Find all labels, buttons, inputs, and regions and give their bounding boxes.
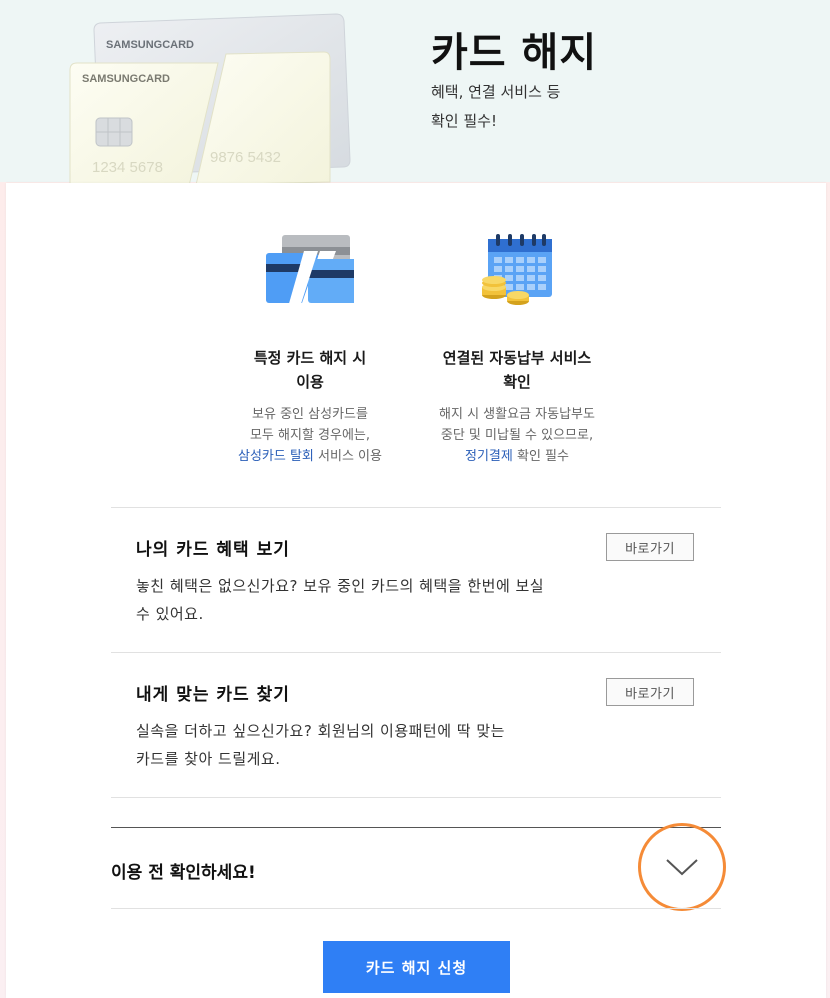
feature-desc-line-1: 보유 중인 삼성카드를 — [252, 407, 368, 422]
feature-desc-line-2: 모두 해지할 경우에는, — [249, 428, 371, 443]
hero-banner: SAMSUNGCARD SAMSUNGCARD 1234 5678 9876 5… — [0, 0, 830, 183]
feature-desc-line-3-rest: 서비스 이용 — [313, 449, 382, 464]
cancel-card-apply-button[interactable]: 카드 해지 신청 — [323, 941, 510, 993]
broken-card-icon — [266, 235, 354, 307]
subtitle-line-1: 혜택, 연결 서비스 등 — [431, 83, 561, 101]
card-brand-front: SAMSUNGCARD — [82, 73, 170, 85]
find-card-go-button[interactable]: 바로가기 — [606, 678, 694, 706]
feature-desc-line-3-rest: 확인 필수 — [512, 449, 569, 464]
feature-title-line-2: 확인 — [503, 373, 531, 391]
divider — [111, 797, 721, 798]
service-desc-find-card: 실속을 더하고 싶으신가요? 회원님의 이용패턴에 딱 맞는 카드를 찾아 드릴… — [136, 717, 505, 773]
subtitle-line-2: 확인 필수! — [431, 112, 497, 130]
content-panel: 특정 카드 해지 시 이용 보유 중인 삼성카드를 모두 해지할 경우에는, 삼… — [6, 183, 826, 998]
feature-title: 특정 카드 해지 시 이용 — [206, 346, 414, 394]
feature-description: 해지 시 생활요금 자동납부도 중단 및 미납될 수 있으므로, 정기결제 확인… — [411, 404, 623, 467]
service-desc-line-2: 카드를 찾아 드릴게요. — [136, 750, 281, 768]
notice-bottom-border — [111, 908, 721, 909]
feature-title-line-1: 특정 카드 해지 시 — [253, 349, 367, 367]
feature-title-line-2: 이용 — [296, 373, 324, 391]
notice-top-border — [111, 827, 721, 828]
feature-title: 연결된 자동납부 서비스 확인 — [411, 346, 623, 394]
feature-desc-line-2: 중단 및 미납될 수 있으므로, — [440, 428, 594, 443]
card-number-left: 1234 5678 — [92, 159, 163, 176]
calendar-coins-icon — [482, 234, 552, 305]
chevron-down-icon — [666, 859, 698, 876]
my-benefits-go-button[interactable]: 바로가기 — [606, 533, 694, 561]
feature-card-cancel-specific: 특정 카드 해지 시 이용 보유 중인 삼성카드를 모두 해지할 경우에는, 삼… — [206, 346, 414, 467]
divider — [111, 652, 721, 653]
page-title: 카드 해지 — [431, 30, 598, 76]
withdrawal-link[interactable]: 삼성카드 탈회 — [238, 449, 314, 464]
recurring-payment-link[interactable]: 정기결제 — [465, 449, 513, 464]
notice-accordion-title[interactable]: 이용 전 확인하세요! — [111, 858, 256, 883]
feature-description: 보유 중인 삼성카드를 모두 해지할 경우에는, 삼성카드 탈회 서비스 이용 — [206, 404, 414, 467]
broken-card-illustration: SAMSUNGCARD SAMSUNGCARD 1234 5678 9876 5… — [69, 13, 351, 183]
notice-toggle-button[interactable] — [638, 823, 726, 911]
card-brand-back: SAMSUNGCARD — [106, 39, 194, 51]
service-desc-line-1: 실속을 더하고 싶으신가요? 회원님의 이용패턴에 딱 맞는 — [136, 722, 505, 740]
feature-title-line-1: 연결된 자동납부 서비스 — [442, 349, 592, 367]
service-title-my-benefits: 나의 카드 혜택 보기 — [136, 540, 290, 560]
feature-desc-line-3: 삼성카드 탈회 서비스 이용 — [206, 446, 414, 467]
service-desc-line-2: 수 있어요. — [136, 605, 204, 623]
feature-desc-line-1: 해지 시 생활요금 자동납부도 — [439, 407, 595, 422]
feature-autopay-check: 연결된 자동납부 서비스 확인 해지 시 생활요금 자동납부도 중단 및 미납될… — [411, 346, 623, 467]
divider — [111, 507, 721, 508]
service-desc-my-benefits: 놓친 혜택은 없으신가요? 보유 중인 카드의 혜택을 한번에 보실 수 있어요… — [136, 572, 544, 628]
service-title-find-card: 내게 맞는 카드 찾기 — [136, 685, 290, 705]
page-subtitle: 혜택, 연결 서비스 등 확인 필수! — [431, 78, 560, 136]
service-desc-line-1: 놓친 혜택은 없으신가요? 보유 중인 카드의 혜택을 한번에 보실 — [136, 577, 545, 595]
card-number-right: 9876 5432 — [210, 149, 281, 166]
feature-desc-line-3: 정기결제 확인 필수 — [411, 446, 623, 467]
